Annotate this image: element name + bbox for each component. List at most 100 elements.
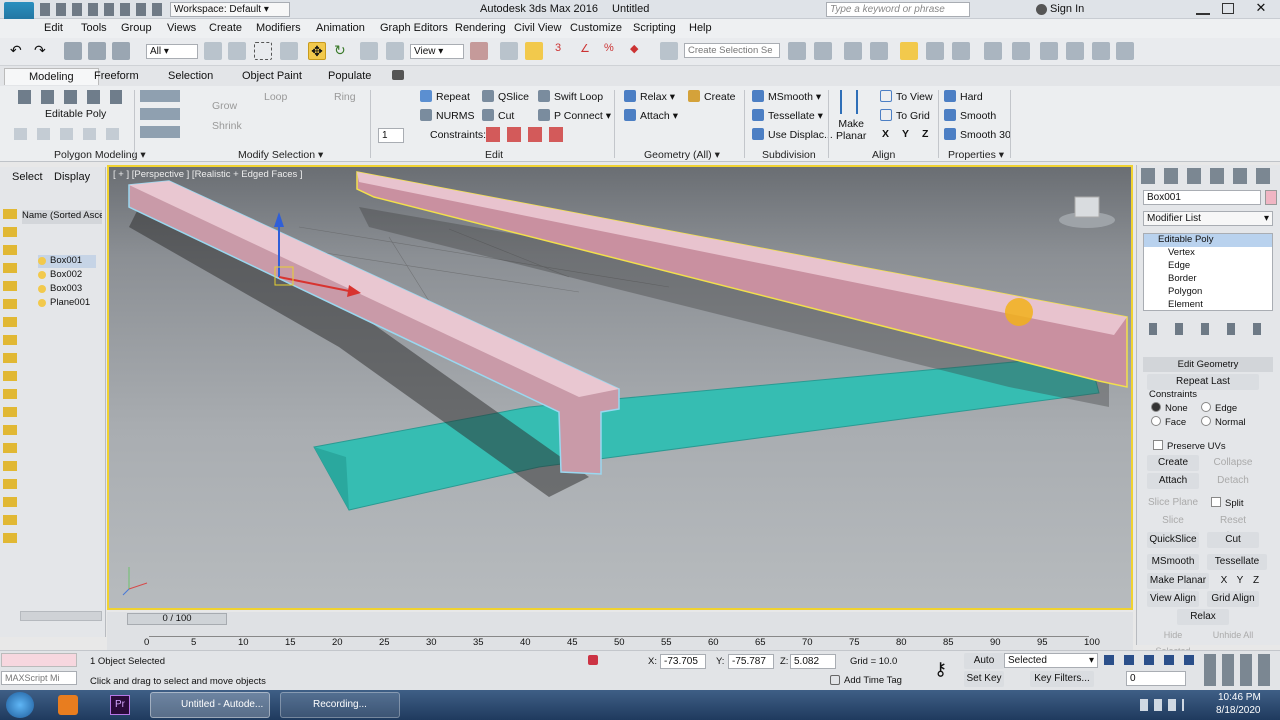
edit-named-selection-icon[interactable] (660, 42, 678, 60)
grow-button[interactable]: Grow (212, 100, 237, 112)
time-slider[interactable]: 0 / 100 0 5 10 15 20 25 30 35 40 45 50 55 60 65 70 75 80… (107, 612, 1133, 650)
user-icon[interactable] (1036, 4, 1047, 15)
modifier-list-dropdown[interactable]: Modifier List ▾ (1143, 211, 1273, 226)
object-name-field[interactable]: Box001 (1143, 190, 1261, 205)
lock-selection-icon[interactable] (588, 655, 598, 665)
list-item[interactable]: Plane001 (38, 297, 100, 308)
align-x-button[interactable]: X (882, 128, 889, 140)
view-align-button[interactable]: View Align (1147, 591, 1199, 607)
menu-customize[interactable]: Customize (570, 22, 622, 34)
to-grid-button[interactable]: To Grid (880, 109, 930, 122)
menu-edit[interactable]: Edit (44, 22, 63, 34)
unhide-all-button[interactable]: Unhide All (1207, 627, 1259, 643)
explorer-tab-display[interactable]: Display (54, 171, 90, 183)
media-player-icon[interactable] (58, 695, 78, 715)
qslice-button[interactable]: QSlice (482, 90, 529, 103)
render-production-icon[interactable] (1040, 42, 1058, 60)
tab-modeling[interactable]: Modeling (4, 68, 99, 85)
list-item[interactable]: Box001 (38, 255, 96, 268)
render-iterative-icon[interactable] (1066, 42, 1084, 60)
curve-editor-icon[interactable] (900, 42, 918, 60)
make-planar-y-button[interactable]: Y (1233, 573, 1247, 589)
region-select-icon[interactable] (254, 42, 272, 60)
stack-item-vertex[interactable]: Vertex (1144, 247, 1272, 260)
smooth-30-button[interactable]: Smooth 30 (944, 128, 1011, 141)
named-selection-sets-input[interactable]: Create Selection Se (684, 43, 780, 58)
render-online-icon[interactable] (1116, 42, 1134, 60)
minimize-button[interactable] (1196, 3, 1210, 15)
relax-button[interactable]: Relax ▾ (624, 90, 675, 103)
toggle-ribbon-icon[interactable] (870, 42, 888, 60)
group-modify-selection[interactable]: Modify Selection ▾ (238, 149, 323, 161)
align-y-button[interactable]: Y (902, 128, 909, 140)
make-planar-button[interactable]: Make Planar (836, 118, 866, 142)
z-coordinate-field[interactable]: 5.082 (790, 654, 836, 669)
to-view-button[interactable]: To View (880, 90, 933, 103)
stack-tool-icons[interactable] (1149, 323, 1271, 335)
explorer-toolbar-icons[interactable] (3, 209, 17, 549)
menu-civil-view[interactable]: Civil View (514, 22, 561, 34)
keyboard-shortcut-icon[interactable] (525, 42, 543, 60)
select-by-name-icon[interactable] (228, 42, 246, 60)
start-button-icon[interactable] (6, 692, 34, 718)
percent-snap-icon[interactable]: % (604, 42, 622, 60)
quickslice-button[interactable]: QuickSlice (1147, 532, 1199, 548)
nurms-button[interactable]: NURMS (420, 109, 475, 122)
slice-plane-button[interactable]: Slice Plane (1147, 495, 1199, 511)
shrink-button[interactable]: Shrink (212, 120, 242, 132)
layer-explorer-icon[interactable] (844, 42, 862, 60)
select-object-icon[interactable] (204, 42, 222, 60)
place-icon[interactable] (386, 42, 404, 60)
modifier-stack[interactable]: Editable Poly Vertex Edge Border Polygon… (1143, 233, 1273, 311)
playback-controls[interactable] (1104, 655, 1200, 665)
tab-selection[interactable]: Selection (168, 70, 213, 82)
object-color-swatch[interactable] (1265, 190, 1277, 205)
edit-spinner[interactable]: 1 (378, 128, 404, 143)
mirror-icon[interactable] (788, 42, 806, 60)
tab-freeform[interactable]: Freeform (94, 70, 139, 82)
group-polygon-modeling[interactable]: Polygon Modeling ▾ (54, 149, 146, 161)
subobject-mode-icons[interactable] (18, 90, 122, 104)
window-crossing-icon[interactable] (280, 42, 298, 60)
collapse-button[interactable]: Collapse (1207, 455, 1259, 471)
make-planar-icon[interactable] (840, 90, 858, 114)
menu-help[interactable]: Help (689, 22, 712, 34)
selection-mode-icons[interactable] (140, 90, 180, 138)
hide-selected-button[interactable]: Hide Selected (1147, 627, 1199, 656)
key-icon[interactable]: ⚷ (934, 659, 947, 680)
tessellate-button[interactable]: Tessellate ▾ (752, 109, 823, 122)
taskbar-item-3dsmax[interactable]: Untitled - Autode... (150, 692, 270, 718)
time-slider-thumb[interactable]: 0 / 100 (127, 613, 227, 625)
group-edit[interactable]: Edit (485, 149, 503, 161)
constraint-edge-radio[interactable]: Edge (1201, 402, 1237, 414)
create-button[interactable]: Create (1147, 455, 1199, 471)
modifier-stack-icons[interactable] (14, 128, 126, 140)
command-panel-tabs[interactable] (1141, 168, 1277, 184)
explorer-scrollbar[interactable] (20, 611, 102, 621)
group-subdivision[interactable]: Subdivision (762, 149, 816, 161)
stack-item-polygon[interactable]: Polygon (1144, 286, 1272, 299)
menu-rendering[interactable]: Rendering (455, 22, 506, 34)
stack-item-element[interactable]: Element (1144, 299, 1272, 312)
split-checkbox[interactable]: Split (1211, 497, 1243, 509)
workspace-dropdown[interactable]: Workspace: Default ▾ (170, 2, 290, 17)
group-geometry[interactable]: Geometry (All) ▾ (644, 149, 720, 161)
menu-graph-editors[interactable]: Graph Editors (380, 22, 448, 34)
relax-button[interactable]: Relax (1177, 609, 1229, 625)
msmooth-button[interactable]: MSmooth (1147, 554, 1199, 570)
cut-button[interactable]: Cut (1207, 532, 1259, 548)
key-mode-dropdown[interactable]: Selected ▾ (1004, 653, 1098, 668)
attach-button[interactable]: Attach ▾ (624, 109, 678, 122)
swift-loop-button[interactable]: Swift Loop (538, 90, 603, 103)
menu-group[interactable]: Group (121, 22, 152, 34)
link-icon[interactable] (64, 42, 82, 60)
perspective-viewport[interactable]: [ + ] [Perspective ] [Realistic + Edged … (107, 165, 1133, 610)
repeat-last-button[interactable]: Repeat Last (1147, 374, 1259, 390)
menu-animation[interactable]: Animation (316, 22, 365, 34)
clock-date[interactable]: 8/18/2020 (1216, 705, 1261, 716)
key-filters-button[interactable]: Key Filters... (1030, 671, 1094, 687)
ribbon-options-icon[interactable] (392, 70, 404, 80)
constraint-normal-radio[interactable]: Normal (1201, 416, 1246, 428)
maxscript-listener-input[interactable]: MAXScript Mi (1, 671, 77, 685)
menu-scripting[interactable]: Scripting (633, 22, 676, 34)
